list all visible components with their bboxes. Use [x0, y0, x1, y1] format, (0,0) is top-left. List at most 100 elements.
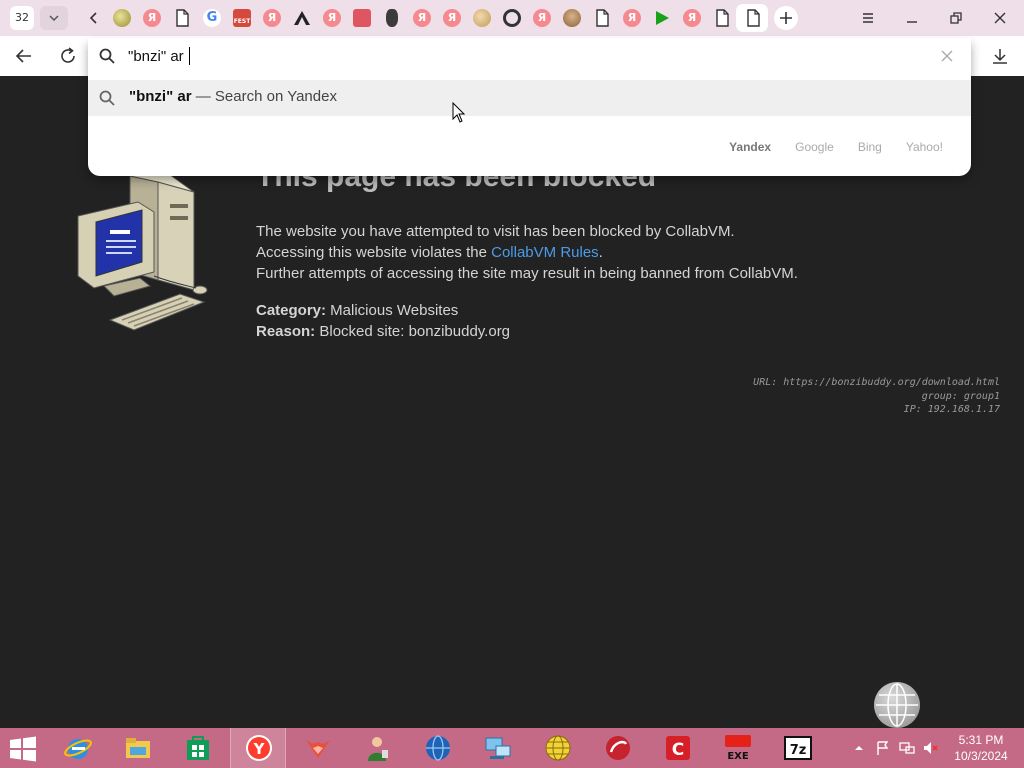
- tab-scroll-left-button[interactable]: [80, 6, 104, 30]
- taskbar-app-button[interactable]: [530, 728, 586, 768]
- browser-globe-icon: [544, 734, 572, 762]
- svg-text:7z: 7z: [790, 743, 807, 758]
- tab[interactable]: Я: [412, 8, 432, 28]
- suggestion-query: "bnzi" ar: [129, 88, 192, 105]
- yandex-icon: Я: [263, 9, 281, 27]
- tab[interactable]: [562, 8, 582, 28]
- search-suggestion[interactable]: "bnzi" ar — Search on Yandex: [88, 80, 971, 116]
- taskbar-app-button[interactable]: Y: [230, 728, 286, 768]
- c-app-icon: C: [664, 734, 692, 762]
- minimize-icon: [907, 21, 917, 23]
- taskbar-app-button[interactable]: 7z: [770, 728, 826, 768]
- ninja-icon: [386, 9, 398, 27]
- taskbar-app-button[interactable]: EXE: [710, 728, 766, 768]
- clear-icon[interactable]: [938, 47, 956, 65]
- chevron-up-icon: [855, 746, 863, 750]
- yandex-icon: Я: [533, 9, 551, 27]
- tab[interactable]: FEST: [232, 8, 252, 28]
- taskbar-app-button[interactable]: [110, 728, 166, 768]
- taskbar-app-button[interactable]: C: [650, 728, 706, 768]
- tab[interactable]: [112, 8, 132, 28]
- debug-ip: IP: 192.168.1.17: [903, 404, 1000, 415]
- search-engine-option[interactable]: Yahoo!: [906, 140, 943, 154]
- floating-globe-button[interactable]: [874, 682, 920, 728]
- taskbar-app-button[interactable]: [50, 728, 106, 768]
- show-hidden-icons-button[interactable]: [850, 739, 868, 757]
- tab[interactable]: [502, 8, 522, 28]
- close-window-button[interactable]: [990, 8, 1010, 28]
- flag-icon: [877, 741, 889, 755]
- tab[interactable]: Я: [262, 8, 282, 28]
- tab-active[interactable]: [736, 4, 768, 32]
- tab[interactable]: G: [202, 8, 222, 28]
- tab[interactable]: [592, 8, 612, 28]
- tab-strip: 32 Я G FEST Я Я Я Я Я Я Я: [0, 0, 1024, 36]
- windows-start-button[interactable]: [8, 736, 38, 762]
- clock-time: 5:31 PM: [958, 733, 1004, 747]
- search-engine-option[interactable]: Google: [795, 140, 834, 154]
- tab[interactable]: Я: [442, 8, 462, 28]
- app-red-icon: [604, 734, 632, 762]
- cake-icon: [563, 9, 581, 27]
- address-input[interactable]: [128, 44, 918, 68]
- tab[interactable]: Я: [322, 8, 342, 28]
- search-icon: [99, 48, 115, 64]
- new-tab-button[interactable]: [774, 6, 798, 30]
- back-button[interactable]: [12, 44, 36, 68]
- tab[interactable]: [292, 8, 312, 28]
- tab[interactable]: [472, 8, 492, 28]
- tab[interactable]: [382, 8, 402, 28]
- reason-value: Blocked site: bonzibuddy.org: [315, 323, 511, 340]
- volume-tray-button[interactable]: [922, 739, 940, 757]
- tab[interactable]: Я: [622, 8, 642, 28]
- category-value: Malicious Websites: [326, 302, 459, 319]
- taskbar-app-button[interactable]: [170, 728, 226, 768]
- close-icon: [994, 12, 1006, 24]
- search-engine-option[interactable]: Yandex: [729, 140, 771, 154]
- tab[interactable]: Я: [142, 8, 162, 28]
- action-center-button[interactable]: [874, 739, 892, 757]
- svg-text:Y: Y: [253, 740, 266, 758]
- tab[interactable]: [652, 8, 672, 28]
- tab[interactable]: [712, 8, 732, 28]
- search-engine-option[interactable]: Bing: [858, 140, 882, 154]
- svg-text:EXE: EXE: [727, 751, 749, 762]
- bonzi-icon: [113, 9, 131, 27]
- debug-info: URL: https://bonzibuddy.org/download.htm…: [753, 376, 1000, 417]
- taskbar-app-button[interactable]: [470, 728, 526, 768]
- minimize-button[interactable]: [902, 8, 922, 28]
- tab[interactable]: Я: [532, 8, 552, 28]
- collabvm-rules-link[interactable]: CollabVM Rules: [491, 244, 599, 261]
- tab-list-button[interactable]: [40, 6, 68, 30]
- globe-icon: [424, 734, 452, 762]
- taskbar-clock[interactable]: 5:31 PM 10/3/2024: [946, 732, 1016, 764]
- chevron-left-icon: [89, 12, 97, 24]
- tab-count-button[interactable]: 32: [10, 6, 34, 30]
- yandex-icon: Я: [323, 9, 341, 27]
- address-bar[interactable]: [88, 38, 971, 74]
- tab[interactable]: [172, 8, 192, 28]
- reason-line: Reason: Blocked site: bonzibuddy.org: [256, 323, 510, 340]
- tab[interactable]: [352, 8, 372, 28]
- chevron-down-icon: [49, 15, 59, 22]
- text-caret: [189, 47, 190, 65]
- page-icon: [744, 9, 762, 27]
- taskbar-app-button[interactable]: [410, 728, 466, 768]
- taskbar-app-button[interactable]: [590, 728, 646, 768]
- restore-button[interactable]: [946, 8, 966, 28]
- search-icon: [99, 90, 115, 106]
- taskbar-app-button[interactable]: [350, 728, 406, 768]
- yandex-icon: Я: [443, 9, 461, 27]
- browser-menu-button[interactable]: [858, 8, 878, 28]
- suggestion-text: "bnzi" ar — Search on Yandex: [129, 88, 337, 105]
- network-icon: [899, 742, 915, 754]
- downloads-button[interactable]: [988, 44, 1012, 68]
- delta-icon: [293, 9, 311, 27]
- taskbar-app-button[interactable]: [290, 728, 346, 768]
- mail-icon: [353, 9, 371, 27]
- cookie-icon: [473, 9, 491, 27]
- tab[interactable]: Я: [682, 8, 702, 28]
- debug-url: URL: https://bonzibuddy.org/download.htm…: [753, 377, 1000, 388]
- reload-button[interactable]: [56, 44, 80, 68]
- network-tray-button[interactable]: [898, 739, 916, 757]
